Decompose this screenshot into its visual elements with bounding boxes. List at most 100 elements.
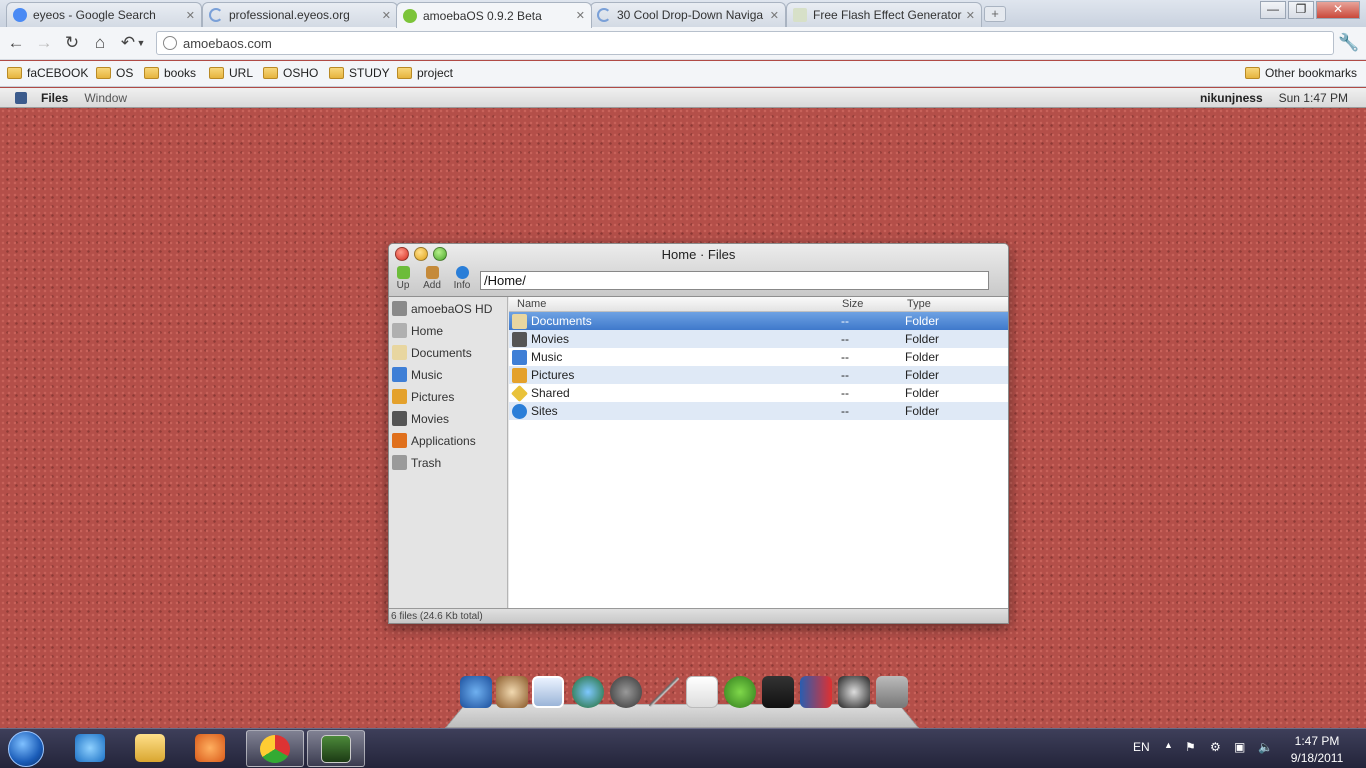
row-type: Folder [905,368,940,382]
menu-window[interactable]: Window [84,91,127,105]
add-button[interactable]: Add [418,266,446,291]
forward-icon[interactable]: → [33,32,55,54]
amoeba-logo-icon[interactable] [15,91,27,104]
bookmark-label: OS [116,66,134,80]
bookmark-study[interactable]: STUDY [329,66,390,80]
maximize-button[interactable]: ❐ [1288,1,1314,19]
row-name: Pictures [531,368,575,382]
trash-icon[interactable] [876,676,908,708]
close-tab-icon[interactable]: ✕ [382,9,391,22]
network-icon[interactable]: ▣ [1234,740,1245,754]
bird-icon[interactable] [724,676,756,708]
table-row[interactable]: Movies -- Folder [509,330,1008,348]
pen-icon[interactable] [648,676,680,708]
up-arrow-icon [396,266,410,279]
other-bookmarks[interactable]: Other bookmarks [1245,66,1357,80]
tab-label: 30 Cool Drop-Down Naviga [617,8,764,22]
sidebar-item-trash[interactable]: Trash [392,455,441,470]
table-row[interactable]: Music -- Folder [509,348,1008,366]
sidebar-item-amoebaos-hd[interactable]: amoebaOS HD [392,301,492,316]
loading-icon [209,8,223,22]
close-tab-icon[interactable]: ✕ [576,9,585,22]
tab-label: amoebaOS 0.9.2 Beta [423,8,542,23]
headphones-icon[interactable] [610,676,642,708]
taskbar-ie[interactable] [62,730,120,767]
bookmark-os[interactable]: OS [96,66,133,80]
minimize-button[interactable]: — [1260,1,1286,19]
sidebar-item-pictures[interactable]: Pictures [392,389,454,404]
close-tab-icon[interactable]: ✕ [770,9,779,22]
sidebar-item-music[interactable]: Music [392,367,442,382]
sidebar-item-movies[interactable]: Movies [392,411,449,426]
coffee-icon[interactable] [496,676,528,708]
column-type[interactable]: Type [907,298,931,310]
sidebar-item-home[interactable]: Home [392,323,443,338]
taskbar-media-player[interactable] [182,730,240,767]
action-center-flag-icon[interactable]: ⚑ [1185,740,1196,754]
home-icon [392,323,407,338]
tab-eyeos-search[interactable]: eyeos - Google Search ✕ [6,2,202,27]
tab-professional-eyeos[interactable]: professional.eyeos.org ✕ [202,2,398,27]
mail-icon[interactable] [686,676,718,708]
tab-dropdown-navigation[interactable]: 30 Cool Drop-Down Naviga ✕ [590,2,786,27]
bookmark-url[interactable]: URL [209,66,253,80]
column-size[interactable]: Size [842,298,863,310]
amoeba-icon [403,8,417,23]
path-field[interactable]: /Home/ [480,271,989,290]
table-row[interactable]: Documents -- Folder [509,312,1008,330]
book-icon[interactable] [800,676,832,708]
reload-icon[interactable]: ↻ [61,32,83,54]
home-icon[interactable]: ⌂ [89,32,111,54]
tray-app-icon[interactable]: ⚙ [1210,740,1221,754]
chevron-down-icon[interactable]: ▼ [134,32,148,54]
table-row[interactable]: Pictures -- Folder [509,366,1008,384]
google-icon [13,8,27,22]
bookmark-osho[interactable]: OSHO [263,66,318,80]
close-tab-icon[interactable]: ✕ [966,9,975,22]
chart-icon[interactable] [762,676,794,708]
wrench-icon[interactable]: 🔧 [1338,32,1360,54]
taskbar-chrome[interactable] [246,730,304,767]
monitor-icon [321,735,351,763]
username[interactable]: nikunjness [1200,91,1263,105]
sidebar-item-applications[interactable]: Applications [392,433,476,448]
globe-icon[interactable] [460,676,492,708]
close-tab-icon[interactable]: ✕ [186,9,195,22]
folder-icon [209,67,224,79]
sidebar-item-documents[interactable]: Documents [392,345,472,360]
table-row[interactable]: Shared -- Folder [509,384,1008,402]
taskbar-task-manager[interactable] [307,730,365,767]
loading-icon [597,8,611,22]
row-type: Folder [905,404,940,418]
show-hidden-icons-icon[interactable]: ▲ [1164,740,1173,750]
tab-flash-effect[interactable]: Free Flash Effect Generator ✕ [786,2,982,27]
hat-icon[interactable] [838,676,870,708]
window-titlebar[interactable]: Home · Files Up Add Info /Home/ [389,244,1008,297]
chrome-icon [260,735,290,763]
back-icon[interactable]: ← [5,32,27,54]
row-size: -- [841,314,849,328]
bookmark-books[interactable]: books [144,66,196,80]
close-window-button[interactable]: ✕ [1316,1,1360,19]
menu-files[interactable]: Files [41,91,68,105]
volume-icon[interactable]: 🔈 [1258,740,1273,754]
table-row[interactable]: Sites -- Folder [509,402,1008,420]
address-bar[interactable]: amoebaos.com [156,31,1334,55]
bookmark-project[interactable]: project [397,66,453,80]
window-icon[interactable] [532,676,564,708]
tab-amoebaos[interactable]: amoebaOS 0.9.2 Beta ✕ [396,2,592,28]
drive-icon [392,301,407,316]
shared-icon [511,384,528,402]
info-button[interactable]: Info [448,266,476,291]
earth-icon[interactable] [572,676,604,708]
language-indicator[interactable]: EN [1133,740,1150,754]
bookmark-facebook[interactable]: faCEBOOK [7,66,88,80]
up-button[interactable]: Up [389,266,417,291]
column-name[interactable]: Name [517,298,546,310]
start-button[interactable] [8,731,44,767]
taskbar-explorer[interactable] [122,730,180,767]
taskbar-clock[interactable]: 1:47 PM 9/18/2011 [1282,733,1352,767]
tab-label: professional.eyeos.org [229,8,350,22]
new-tab-button[interactable]: + [984,6,1006,22]
window-title: Home · Files [661,247,736,262]
